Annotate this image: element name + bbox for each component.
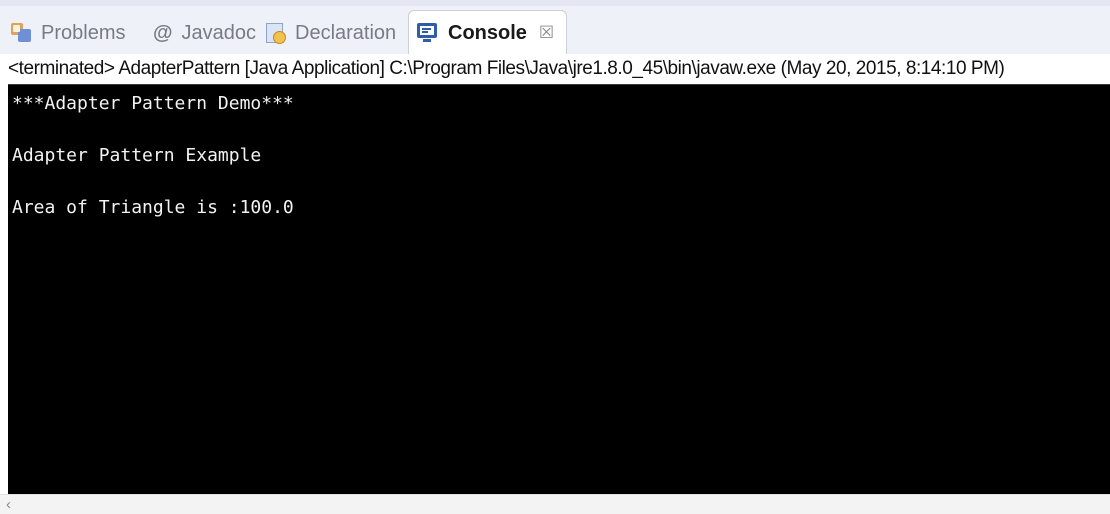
process-status-line: <terminated> AdapterPattern [Java Applic… (0, 54, 1110, 84)
horizontal-scrollbar[interactable]: ‹ (0, 494, 1110, 514)
declaration-icon (264, 22, 286, 44)
tab-javadoc-label: Javadoc (181, 21, 257, 44)
console-output[interactable]: ***Adapter Pattern Demo*** Adapter Patte… (8, 84, 1110, 494)
tab-declaration[interactable]: Declaration (264, 14, 396, 52)
console-line: ***Adapter Pattern Demo*** (12, 93, 294, 114)
tab-console-label: Console (448, 21, 527, 44)
scroll-left-icon[interactable]: ‹ (6, 496, 11, 514)
console-line: Area of Triangle is :100.0 (12, 197, 294, 218)
console-line: Adapter Pattern Example (12, 145, 262, 166)
tab-problems[interactable]: Problems (10, 14, 125, 52)
tab-bar-border (0, 0, 1110, 6)
close-icon[interactable]: ☒ (539, 23, 554, 43)
tab-javadoc[interactable]: @ Javadoc (153, 14, 256, 52)
tab-declaration-label: Declaration (295, 21, 397, 44)
console-view: Problems @ Javadoc Declaration Console ☒… (0, 0, 1110, 514)
tab-console[interactable]: Console ☒ (408, 10, 568, 55)
console-icon (417, 23, 439, 43)
view-tab-bar: Problems @ Javadoc Declaration Console ☒ (0, 0, 1110, 55)
javadoc-icon: @ (153, 21, 173, 44)
tab-problems-label: Problems (41, 21, 126, 44)
problems-icon (10, 22, 32, 44)
